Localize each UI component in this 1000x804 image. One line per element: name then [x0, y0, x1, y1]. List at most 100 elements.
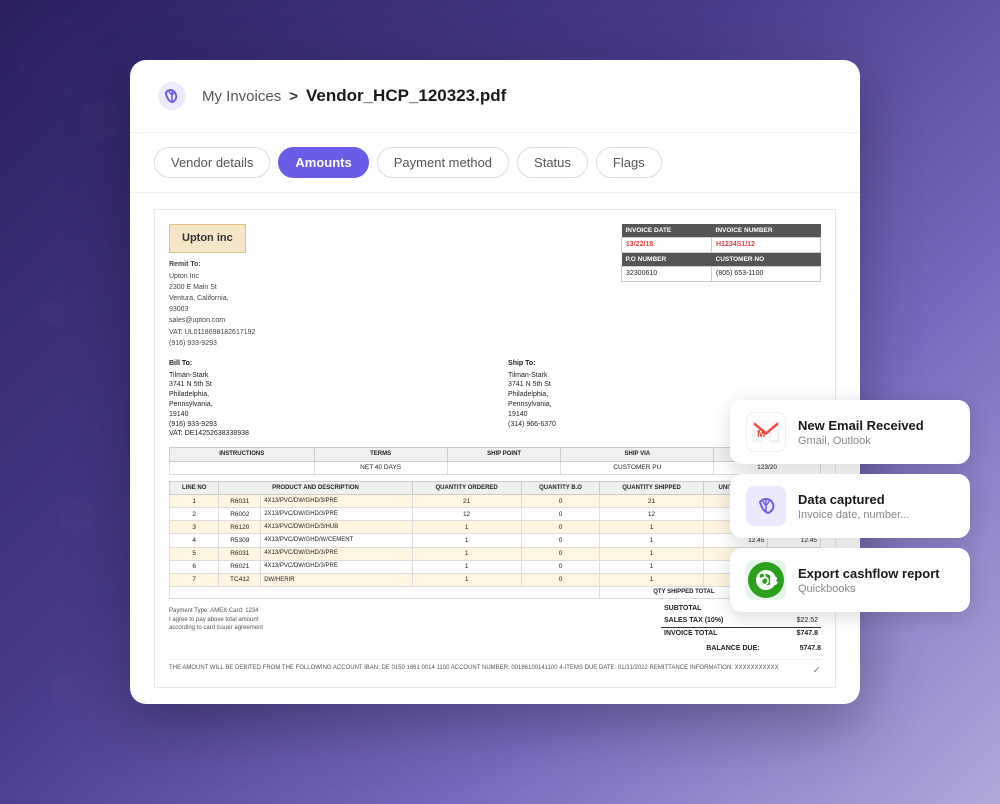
table-row: 5 R6031 4X13/PVC/DW/GHD/3/PRE 1 0 1 7.32… [170, 547, 821, 560]
cell-product: R6120 [219, 521, 261, 534]
cell-product: R6031 [219, 547, 261, 560]
tax-label: SALES TAX (10%) [661, 615, 769, 627]
cell-qty-ship: 1 [600, 547, 703, 560]
balance-due-label: BALANCE DUE: [706, 644, 759, 654]
notif-quickbooks: QB Export cashflow report Quickbooks [730, 548, 970, 612]
ship-phone: (314) 966-6370 [508, 421, 556, 428]
breadcrumb-parent[interactable]: My Invoices [202, 88, 281, 105]
remit-address: Upton Inc2300 E Main StVentura, Californ… [169, 273, 229, 314]
bill-to-block: Bill To: Tilman-Stark3741 N 5th StPhilad… [169, 359, 482, 439]
cell-qty-ord: 1 [412, 560, 521, 573]
cell-desc: 4X13/PVC/DW/GHD/3/PRE [261, 560, 412, 573]
inv-date-label: INVOICE DATE [622, 224, 712, 238]
invoice-total-value: $747.8 [769, 627, 821, 639]
po-number-label: P.O NUMBER [622, 252, 712, 266]
card-header: My Invoices > Vendor_HCP_120323.pdf [130, 60, 860, 133]
ship-to-label: Ship To: [508, 359, 821, 369]
remit-email: sales@upton.com [169, 317, 225, 324]
notif-data-subtitle: Invoice date, number... [798, 509, 954, 521]
balance-due-value: 5747.8 [800, 644, 821, 654]
table-row: 7 TC412 DW/HERIR 1 0 1 4.67 4.67 [170, 573, 821, 586]
cell-line: 6 [170, 560, 219, 573]
ship-via-value: CUSTOMER PU [561, 461, 714, 474]
cell-desc: DW/HERIR [261, 573, 412, 586]
balance-due-row: BALANCE DUE: 5747.8 [661, 644, 821, 654]
ship-point-header: SHIP POINT [447, 448, 561, 461]
inv-number-value: H1234S1/12 [712, 238, 821, 253]
cell-qty-bo: 0 [521, 573, 600, 586]
remit-to-label: Remit To: [169, 261, 201, 268]
tab-payment-method[interactable]: Payment method [377, 147, 509, 178]
cell-desc: 4X13/PVC/DW/GHD/3/PRE [261, 547, 412, 560]
notif-gmail-subtitle: Gmail, Outlook [798, 435, 954, 447]
instructions-value [170, 461, 315, 474]
cell-product: R6031 [219, 495, 261, 508]
cell-qty-bo: 0 [521, 547, 600, 560]
tab-status[interactable]: Status [517, 147, 588, 178]
qty-shipped-total-row: QTY SHIPPED TOTAL [170, 586, 821, 598]
cell-line: 4 [170, 534, 219, 547]
notif-qb-text: Export cashflow report Quickbooks [798, 566, 954, 595]
cell-line: 7 [170, 573, 219, 586]
svg-text:QB: QB [760, 574, 778, 588]
shipping-info-table: INSTRUCTIONS TERMS SHIP POINT SHIP VIA S… [169, 447, 821, 474]
notif-data-text: Data captured Invoice date, number... [798, 492, 954, 521]
cell-qty-ship: 1 [600, 521, 703, 534]
app-logo [154, 78, 190, 114]
cell-qty-ord: 12 [412, 508, 521, 521]
cell-qty-ship: 21 [600, 495, 703, 508]
cell-product: R5309 [219, 534, 261, 547]
col-qty-ship: QUANTITY SHIPPED [600, 481, 703, 494]
inv-number-label: INVOICE NUMBER [712, 224, 821, 238]
company-name: Upton inc [169, 224, 246, 253]
terms-value: NET 40 DAYS [314, 461, 447, 474]
invoice-meta: INVOICE DATE INVOICE NUMBER 13/22/18 H12… [621, 224, 821, 349]
quickbooks-icon: QB [746, 560, 786, 600]
cell-qty-ord: 1 [412, 547, 521, 560]
breadcrumb-separator: > [289, 88, 298, 105]
remit-phone: (916) 933-9293 [169, 340, 217, 347]
data-capture-icon [746, 486, 786, 526]
cell-qty-bo: 0 [521, 534, 600, 547]
col-product: PRODUCT AND DESCRIPTION [219, 481, 412, 494]
cell-product: R6002 [219, 508, 261, 521]
cell-qty-ship: 12 [600, 508, 703, 521]
payment-note: Payment Type: AMEX Card: 1234 I agree to… [169, 607, 369, 632]
cell-qty-ship: 1 [600, 573, 703, 586]
col-qty-ord: QUANTITY ORDERED [412, 481, 521, 494]
breadcrumb: My Invoices > Vendor_HCP_120323.pdf [202, 86, 506, 106]
footer-text: THE AMOUNT WILL BE DEBITED FROM THE FOLL… [169, 665, 779, 671]
cell-qty-bo: 0 [521, 495, 600, 508]
invoice-footer: THE AMOUNT WILL BE DEBITED FROM THE FOLL… [169, 659, 821, 672]
tab-amounts[interactable]: Amounts [278, 147, 368, 178]
table-row: 1 R6031 4X13/PVC/DW/GHD/3/PRE 21 0 21 12… [170, 495, 821, 508]
cell-qty-bo: 0 [521, 508, 600, 521]
table-row: 4 R5309 4X13/PVC/DW/GHD/W/CEMENT 1 0 1 1… [170, 534, 821, 547]
tab-vendor-details[interactable]: Vendor details [154, 147, 270, 178]
cell-qty-ord: 1 [412, 521, 521, 534]
bill-phone: (916) 933-9293 [169, 421, 217, 428]
cell-qty-ord: 1 [412, 573, 521, 586]
tax-value: $22.52 [769, 615, 821, 627]
cell-qty-bo: 0 [521, 560, 600, 573]
notif-data-title: Data captured [798, 492, 954, 507]
cell-desc: 4X13/PVC/DW/GHD/W/CEMENT [261, 534, 412, 547]
notif-qb-subtitle: Quickbooks [798, 583, 954, 595]
cell-line: 5 [170, 547, 219, 560]
cell-desc: 4X13/PVC/DW/GHD/3/PRE [261, 495, 412, 508]
signature: ✓ [813, 664, 821, 678]
invoice-total-label: INVOICE TOTAL [661, 627, 769, 639]
line-items-table: LINE NO PRODUCT AND DESCRIPTION QUANTITY… [169, 481, 821, 599]
bill-to-label: Bill To: [169, 359, 482, 369]
cell-qty-bo: 0 [521, 521, 600, 534]
customer-no-value: (805) 653-1100 [712, 266, 821, 281]
notif-gmail: M New Email Received Gmail, Outlook [730, 400, 970, 464]
bill-vat: VAT: DE14252638338938 [169, 430, 249, 437]
customer-no-label: CUSTOMER NO [712, 252, 821, 266]
address-section: Bill To: Tilman-Stark3741 N 5th StPhilad… [169, 359, 821, 439]
tab-flags[interactable]: Flags [596, 147, 662, 178]
breadcrumb-current: Vendor_HCP_120323.pdf [306, 86, 506, 106]
notif-qb-title: Export cashflow report [798, 566, 954, 581]
inv-date-value: 13/22/18 [622, 238, 712, 253]
cell-qty-ship: 1 [600, 534, 703, 547]
